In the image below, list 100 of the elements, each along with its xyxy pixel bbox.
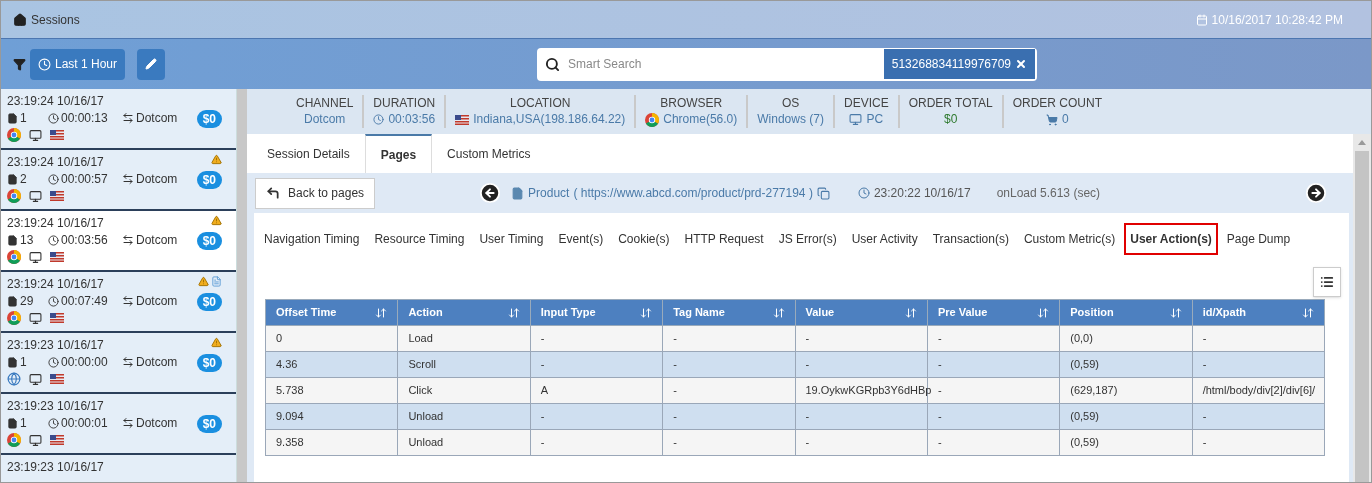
subtab[interactable]: User Action(s) <box>1124 223 1218 255</box>
smart-search-input[interactable]: Smart Search <box>568 55 884 73</box>
clock-icon <box>48 234 59 246</box>
file-icon <box>7 417 18 429</box>
tab[interactable]: Custom Metrics <box>432 134 546 173</box>
next-page-icon[interactable] <box>1305 182 1327 204</box>
sort-icon <box>904 306 917 319</box>
summary-label: DURATION <box>373 95 436 111</box>
subtab[interactable]: Custom Metric(s) <box>1017 223 1122 255</box>
table-cell: - <box>530 429 663 456</box>
smart-search-field[interactable]: Smart Search 513268834119976709 <box>537 47 1037 81</box>
file-icon <box>7 112 18 124</box>
edit-button[interactable] <box>137 48 166 80</box>
tab[interactable]: Pages <box>364 134 433 173</box>
session-channel: Dotcom <box>136 232 178 248</box>
column-header[interactable]: Input Type <box>530 299 663 326</box>
summary-value: 00:03:56 <box>388 111 436 128</box>
table-cell: - <box>1192 351 1325 378</box>
table-cell: - <box>795 325 928 352</box>
subtab[interactable]: Event(s) <box>552 223 610 255</box>
column-menu-button[interactable] <box>1313 267 1341 297</box>
table-cell: - <box>927 351 1060 378</box>
column-header[interactable]: Value <box>795 299 928 326</box>
subtab[interactable]: User Timing <box>473 223 550 255</box>
session-time: 23:19:23 10/16/17 <box>7 460 105 475</box>
scrollbar-thumb[interactable] <box>1355 151 1369 482</box>
page-count: 29 <box>20 293 35 309</box>
column-header[interactable]: Position <box>1059 299 1193 326</box>
session-item[interactable]: 23:19:24 10/16/17 13 00:03:56 Dotcom $0 <box>1 211 236 272</box>
search-icon <box>545 56 560 72</box>
table-cell: (0,0) <box>1059 325 1193 352</box>
monitor-icon <box>29 311 42 325</box>
session-channel: Dotcom <box>136 415 178 431</box>
summary-value: Chrome(56.0) <box>663 111 738 128</box>
us-flag-icon <box>50 130 64 140</box>
session-channel: Dotcom <box>136 293 178 309</box>
subtab[interactable]: JS Error(s) <box>772 223 843 255</box>
column-header[interactable]: id/Xpath <box>1192 299 1325 326</box>
filter-icon[interactable] <box>13 57 26 71</box>
time-range-button[interactable]: Last 1 Hour <box>30 48 126 80</box>
session-duration: 00:07:49 <box>61 293 109 309</box>
subtab[interactable]: Page Dump <box>1220 223 1297 255</box>
previous-page-icon[interactable] <box>479 182 502 204</box>
sidebar-scrollbar[interactable] <box>237 89 247 482</box>
column-header[interactable]: Action <box>397 299 531 326</box>
subtab[interactable]: User Activity <box>845 223 924 255</box>
table-cell: 4.36 <box>265 351 398 378</box>
table-cell: - <box>1192 429 1325 456</box>
clock-icon <box>48 173 59 185</box>
monitor-icon <box>29 189 42 203</box>
table-cell: 9.094 <box>265 403 398 430</box>
session-duration: 00:00:13 <box>61 110 109 126</box>
current-datetime: 10/16/2017 10:28:42 PM <box>1211 11 1343 29</box>
session-time: 23:19:24 10/16/17 <box>7 216 105 231</box>
clock-icon <box>38 57 51 71</box>
session-duration: 00:00:57 <box>61 171 109 187</box>
home-icon[interactable] <box>13 12 27 27</box>
amount-badge: $0 <box>196 415 222 433</box>
column-header[interactable]: Pre Value <box>927 299 1060 326</box>
page-url[interactable]: ( https://www.abcd.com/product/prd-277194 ) <box>573 184 813 202</box>
column-header[interactable]: Offset Time <box>265 299 398 326</box>
main-scrollbar[interactable] <box>1353 134 1371 482</box>
cart-icon <box>1046 113 1058 126</box>
clock-icon <box>48 112 59 124</box>
us-flag-icon <box>455 114 470 125</box>
session-time: 23:19:24 10/16/17 <box>7 155 105 170</box>
file-icon <box>7 295 18 307</box>
summary-value: $0 <box>944 111 958 128</box>
chrome-icon <box>7 250 21 264</box>
copy-icon[interactable] <box>816 186 830 200</box>
column-header[interactable]: Tag Name <box>662 299 795 326</box>
exchange-icon <box>122 356 134 368</box>
table-cell: - <box>927 325 1060 352</box>
clock-icon <box>373 114 385 125</box>
back-to-pages-button[interactable]: Back to pages <box>255 177 376 209</box>
summary-label: LOCATION <box>509 95 571 111</box>
close-icon[interactable] <box>1015 58 1027 70</box>
table-cell: /html/body/div[2]/div[6]/ <box>1192 377 1325 404</box>
search-token-text: 513268834119976709 <box>891 56 1011 73</box>
subtab[interactable]: Transaction(s) <box>926 223 1015 255</box>
clock-icon <box>48 295 59 307</box>
sort-icon <box>772 306 785 319</box>
clock-icon <box>857 187 870 199</box>
amount-badge: $0 <box>196 293 222 311</box>
page-count: 1 <box>20 110 28 126</box>
file-icon <box>7 234 18 246</box>
amount-badge: $0 <box>196 232 222 250</box>
table-cell: - <box>795 429 928 456</box>
subtab[interactable]: HTTP Request <box>678 223 770 255</box>
subtab[interactable]: Cookie(s) <box>612 223 676 255</box>
exchange-icon <box>122 417 134 429</box>
subtab[interactable]: Resource Timing <box>368 223 471 255</box>
subtab[interactable]: Navigation Timing <box>258 223 366 255</box>
session-channel: Dotcom <box>136 110 178 126</box>
table-cell: 9.358 <box>265 429 398 456</box>
chrome-icon <box>7 189 21 203</box>
tab[interactable]: Session Details <box>252 134 365 173</box>
summary-label: ORDER TOTAL <box>908 95 993 111</box>
monitor-icon <box>29 128 42 142</box>
search-token-chip[interactable]: 513268834119976709 <box>883 49 1035 79</box>
